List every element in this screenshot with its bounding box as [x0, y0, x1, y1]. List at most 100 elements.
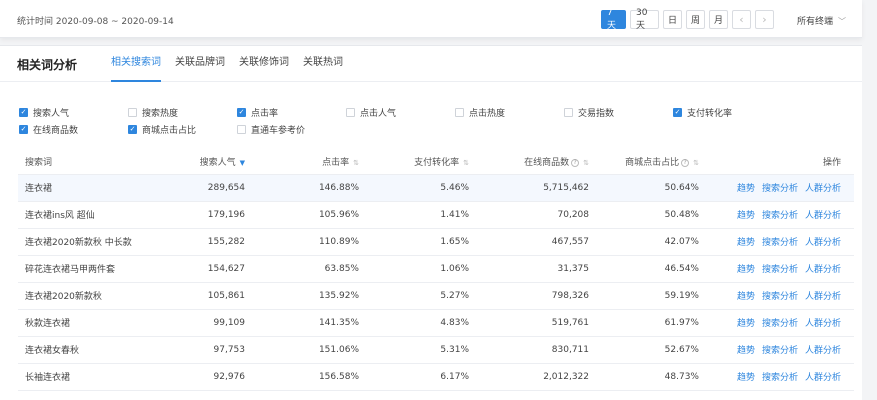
prev-period-icon[interactable]: ‹ [732, 10, 751, 29]
sort-icon[interactable]: ⇅ [463, 159, 469, 167]
checkbox-icon [237, 108, 246, 117]
cell-pay-conversion: 4.83% [359, 309, 469, 337]
cell-mall-click-ratio: 52.67% [589, 336, 699, 364]
metric-label: 点击人气 [360, 109, 397, 119]
range-day-button[interactable]: 日 [663, 10, 682, 29]
related-words-panel: 相关词分析 相关搜索词 关联品牌词 关联修饰词 关联热词 搜索人气 搜索热度 点… [0, 45, 862, 400]
crowd-analysis-link[interactable]: 人群分析 [805, 319, 841, 329]
col-mall-click-ratio[interactable]: 商城点击占比? ⇅ [589, 150, 699, 175]
trend-link[interactable]: 趋势 [737, 211, 755, 221]
cell-mall-click-ratio: 50.64% [589, 174, 699, 202]
metric-ztc-reference-price[interactable]: 直通车参考价 [237, 123, 305, 136]
trend-link[interactable]: 趋势 [737, 292, 755, 302]
checkbox-icon [673, 108, 682, 117]
crowd-analysis-link[interactable]: 人群分析 [805, 211, 841, 221]
cell-online-products: 31,375 [469, 255, 589, 283]
tab-related-brand-words[interactable]: 关联品牌词 [175, 46, 225, 82]
sort-icon[interactable]: ⇅ [583, 159, 589, 167]
sort-icon[interactable]: ⇅ [353, 159, 359, 167]
search-analysis-link[interactable]: 搜索分析 [762, 292, 798, 302]
sort-desc-icon[interactable]: ▼ [240, 159, 245, 167]
trend-link[interactable]: 趋势 [737, 346, 755, 356]
trend-link[interactable]: 趋势 [737, 373, 755, 383]
metric-search-heat[interactable]: 搜索热度 [128, 106, 178, 119]
next-period-icon[interactable]: › [755, 10, 774, 29]
col-search-popularity[interactable]: 搜索人气 ▼ [173, 150, 245, 175]
checkbox-icon [128, 125, 137, 134]
cell-click-rate: 146.88% [245, 174, 359, 202]
search-analysis-link[interactable]: 搜索分析 [762, 373, 798, 383]
metric-click-popularity[interactable]: 点击人气 [346, 106, 396, 119]
cell-pay-conversion: 5.31% [359, 336, 469, 364]
info-icon[interactable]: ? [681, 158, 690, 167]
range-30-days-button[interactable]: 30天 [630, 8, 659, 31]
col-pay-conversion[interactable]: 支付转化率 ⇅ [359, 150, 469, 175]
col-online-products[interactable]: 在线商品数? ⇅ [469, 150, 589, 175]
terminal-select-label: 所有终端 [797, 17, 834, 27]
tab-related-hot-words[interactable]: 关联热词 [303, 46, 343, 82]
cell-mall-click-ratio: 50.48% [589, 201, 699, 229]
cell-click-rate: 135.92% [245, 282, 359, 310]
tab-related-modifier-words[interactable]: 关联修饰词 [239, 46, 289, 82]
search-analysis-link[interactable]: 搜索分析 [762, 211, 798, 221]
col-label: 在线商品数 [524, 158, 570, 169]
metric-trade-index[interactable]: 交易指数 [564, 106, 614, 119]
search-analysis-link[interactable]: 搜索分析 [762, 184, 798, 194]
metric-click-heat[interactable]: 点击热度 [455, 106, 505, 119]
crowd-analysis-link[interactable]: 人群分析 [805, 265, 841, 275]
sort-icon[interactable]: ⇅ [693, 159, 699, 167]
crowd-analysis-link[interactable]: 人群分析 [805, 184, 841, 194]
cell-search-popularity: 289,654 [173, 174, 245, 202]
cell-mall-click-ratio: 42.07% [589, 228, 699, 256]
cell-search-word: 连衣裙ins风 超仙 [18, 201, 173, 229]
cell-search-popularity: 99,109 [173, 309, 245, 337]
date-range-buttons: 7天 30天 日 周 月 ‹ › [601, 8, 774, 31]
table-row: 连衣裙2020新款秋 中长款 155,282 110.89% 1.65% 467,557… [18, 228, 854, 256]
panel-title: 相关词分析 [17, 58, 78, 72]
trend-link[interactable]: 趋势 [737, 184, 755, 194]
range-week-button[interactable]: 周 [686, 10, 705, 29]
cell-actions: 趋势 搜索分析 人群分析 [699, 336, 854, 364]
tab-related-search-words[interactable]: 相关搜索词 [111, 46, 161, 82]
cell-search-word: 秋款连衣裙 [18, 309, 173, 337]
search-analysis-link[interactable]: 搜索分析 [762, 265, 798, 275]
metric-label: 直通车参考价 [251, 126, 306, 136]
terminal-select[interactable]: 所有终端 ﹀ [797, 14, 846, 27]
metric-click-rate[interactable]: 点击率 [237, 106, 278, 119]
metric-label: 支付转化率 [687, 109, 733, 119]
trend-link[interactable]: 趋势 [737, 319, 755, 329]
info-icon[interactable]: ? [571, 158, 580, 167]
range-month-button[interactable]: 月 [709, 10, 728, 29]
search-analysis-link[interactable]: 搜索分析 [762, 346, 798, 356]
cell-pay-conversion: 5.27% [359, 282, 469, 310]
chevron-down-icon: ﹀ [838, 17, 847, 26]
cell-online-products: 467,557 [469, 228, 589, 256]
crowd-analysis-link[interactable]: 人群分析 [805, 346, 841, 356]
metric-pay-conversion[interactable]: 支付转化率 [673, 106, 732, 119]
search-analysis-link[interactable]: 搜索分析 [762, 238, 798, 248]
trend-link[interactable]: 趋势 [737, 238, 755, 248]
cell-actions: 趋势 搜索分析 人群分析 [699, 174, 854, 202]
search-analysis-link[interactable]: 搜索分析 [762, 319, 798, 329]
trend-link[interactable]: 趋势 [737, 265, 755, 275]
cell-online-products: 2,012,322 [469, 363, 589, 391]
cell-click-rate: 151.06% [245, 336, 359, 364]
crowd-analysis-link[interactable]: 人群分析 [805, 373, 841, 383]
cell-online-products: 830,711 [469, 336, 589, 364]
crowd-analysis-link[interactable]: 人群分析 [805, 238, 841, 248]
cell-click-rate: 63.85% [245, 255, 359, 283]
cell-pay-conversion: 1.65% [359, 228, 469, 256]
metric-search-popularity[interactable]: 搜索人气 [19, 106, 69, 119]
crowd-analysis-link[interactable]: 人群分析 [805, 292, 841, 302]
cell-online-products: 70,208 [469, 201, 589, 229]
metric-mall-click-ratio[interactable]: 商城点击占比 [128, 123, 196, 136]
range-7-days-button[interactable]: 7天 [601, 8, 626, 31]
metric-online-products[interactable]: 在线商品数 [19, 123, 78, 136]
checkbox-icon [237, 125, 246, 134]
cell-pay-conversion: 1.41% [359, 201, 469, 229]
cell-search-popularity: 105,861 [173, 282, 245, 310]
col-click-rate[interactable]: 点击率 ⇅ [245, 150, 359, 175]
checkbox-icon [128, 108, 137, 117]
cell-actions: 趋势 搜索分析 人群分析 [699, 282, 854, 310]
top-filter-bar: 统计时间 2020-09-08 ~ 2020-09-14 7天 30天 日 周 … [0, 0, 862, 38]
